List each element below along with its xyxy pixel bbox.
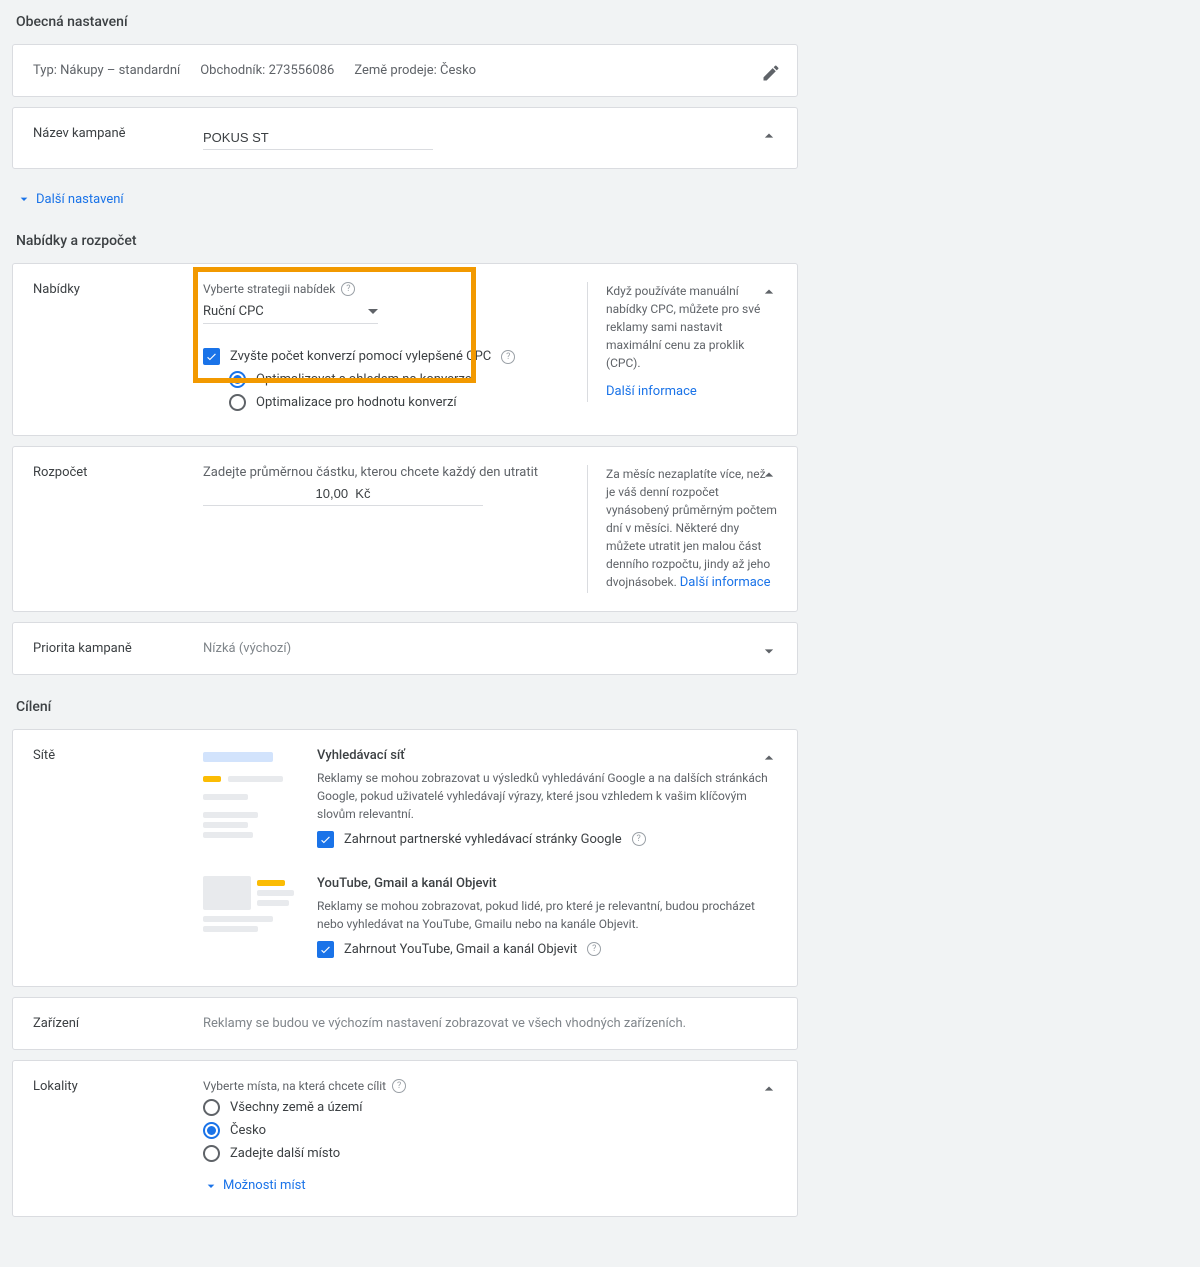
devices-value: Reklamy se budou ve výchozím nastavení z…: [203, 1016, 777, 1031]
help-icon[interactable]: ?: [587, 942, 601, 956]
yt-network-title: YouTube, Gmail a kanál Objevit: [317, 876, 777, 891]
checkbox-checked-icon[interactable]: [317, 941, 334, 958]
search-network-title: Vyhledávací síť: [317, 748, 777, 763]
include-search-partners-label: Zahrnout partnerské vyhledávací stránky …: [344, 832, 622, 847]
bids-help-panel: Když používáte manuální nabídky CPC, můž…: [587, 282, 777, 402]
section-title-bids-budget: Nabídky a rozpočet: [0, 219, 810, 263]
type-label: Typ:: [33, 63, 57, 78]
country-value: Česko: [440, 63, 476, 78]
location-cz-label: Česko: [230, 1123, 266, 1138]
budget-label: Rozpočet: [33, 465, 203, 480]
enhanced-cpc-checkbox-row[interactable]: Zvyšte počet konverzí pomocí vylepšené C…: [203, 348, 577, 365]
radio-unchecked-icon[interactable]: [229, 394, 246, 411]
location-other-label: Zadejte další místo: [230, 1146, 340, 1161]
checkbox-checked-icon[interactable]: [317, 831, 334, 848]
edit-icon[interactable]: [761, 63, 779, 81]
locations-label: Lokality: [33, 1079, 203, 1094]
priority-label: Priorita kampaně: [33, 641, 203, 656]
include-yt-checkbox[interactable]: Zahrnout YouTube, Gmail a kanál Objevit …: [317, 941, 777, 958]
location-all-radio[interactable]: Všechny země a území: [203, 1099, 777, 1116]
radio-checked-icon[interactable]: [203, 1122, 220, 1139]
chevron-up-icon[interactable]: [759, 282, 779, 306]
summary-card: Typ: Nákupy – standardní Obchodník: 2735…: [12, 44, 798, 97]
networks-label: Sítě: [33, 748, 203, 763]
devices-card[interactable]: Zařízení Reklamy se budou ve výchozím na…: [12, 997, 798, 1050]
radio-unchecked-icon[interactable]: [203, 1099, 220, 1116]
opt-value-label: Optimalizace pro hodnotu konverzí: [256, 395, 457, 410]
help-icon[interactable]: ?: [341, 282, 355, 296]
campaign-name-input[interactable]: [203, 126, 433, 150]
section-title-general: Obecná nastavení: [0, 0, 810, 44]
chevron-up-icon[interactable]: [759, 1079, 779, 1103]
merchant-value: 273556086: [269, 63, 335, 78]
more-settings-link[interactable]: Další nastavení: [0, 179, 124, 219]
enhanced-cpc-label: Zvyšte počet konverzí pomocí vylepšené C…: [230, 349, 491, 364]
location-all-label: Všechny země a území: [230, 1100, 362, 1115]
bids-help-text: Když používáte manuální nabídky CPC, můž…: [606, 282, 777, 372]
country-label: Země prodeje:: [354, 63, 436, 78]
strategy-field-label: Vyberte strategii nabídek ?: [203, 282, 577, 296]
locations-prompt: Vyberte místa, na která chcete cílit ?: [203, 1079, 777, 1093]
checkbox-checked-icon[interactable]: [203, 348, 220, 365]
budget-prompt: Zadejte průměrnou částku, kterou chcete …: [203, 465, 577, 480]
budget-help-panel: Za měsíc nezaplatíte více, než je váš de…: [587, 465, 777, 593]
section-title-targeting: Cílení: [0, 685, 810, 729]
radio-checked-icon[interactable]: [229, 371, 246, 388]
bids-help-link[interactable]: Další informace: [606, 384, 697, 399]
radio-unchecked-icon[interactable]: [203, 1145, 220, 1162]
help-icon[interactable]: ?: [392, 1079, 406, 1093]
opt-conversions-label: Optimalizovat s ohledem na konverze: [256, 372, 472, 387]
chevron-down-icon[interactable]: [759, 641, 779, 665]
bid-strategy-select[interactable]: Ruční CPC: [203, 300, 378, 324]
campaign-name-label: Název kampaně: [33, 126, 203, 141]
merchant-label: Obchodník:: [200, 63, 265, 78]
include-yt-label: Zahrnout YouTube, Gmail a kanál Objevit: [344, 942, 577, 957]
summary-info: Typ: Nákupy – standardní Obchodník: 2735…: [33, 63, 476, 78]
optimize-value-radio[interactable]: Optimalizace pro hodnotu konverzí: [229, 394, 577, 411]
search-network-desc: Reklamy se mohou zobrazovat u výsledků v…: [317, 769, 777, 823]
budget-input[interactable]: [203, 480, 483, 506]
budget-help-link[interactable]: Další informace: [680, 575, 771, 590]
search-network-thumb: [203, 748, 303, 854]
chevron-up-icon[interactable]: [759, 126, 779, 150]
bids-card: Nabídky Vyberte strategii nabídek ? Ručn…: [12, 263, 798, 436]
help-icon[interactable]: ?: [632, 832, 646, 846]
budget-card: Rozpočet Zadejte průměrnou částku, ktero…: [12, 446, 798, 612]
chevron-up-icon[interactable]: [759, 748, 779, 772]
locations-card: Lokality Vyberte místa, na která chcete …: [12, 1060, 798, 1217]
priority-card[interactable]: Priorita kampaně Nízká (výchozí): [12, 622, 798, 675]
chevron-up-icon[interactable]: [759, 465, 779, 489]
optimize-conversions-radio[interactable]: Optimalizovat s ohledem na konverze: [229, 371, 577, 388]
location-other-radio[interactable]: Zadejte další místo: [203, 1145, 777, 1162]
include-search-partners-checkbox[interactable]: Zahrnout partnerské vyhledávací stránky …: [317, 831, 777, 848]
networks-card: Sítě Vyhledávací síť: [12, 729, 798, 987]
devices-label: Zařízení: [33, 1016, 203, 1031]
bids-label: Nabídky: [33, 282, 203, 297]
help-icon[interactable]: ?: [501, 350, 515, 364]
yt-network-desc: Reklamy se mohou zobrazovat, pokud lidé,…: [317, 897, 777, 933]
type-value: Nákupy – standardní: [60, 63, 180, 78]
location-options-link[interactable]: Možnosti míst: [203, 1178, 306, 1194]
yt-network-thumb: [203, 876, 303, 964]
campaign-name-card: Název kampaně: [12, 107, 798, 169]
budget-help-text: Za měsíc nezaplatíte více, než je váš de…: [606, 467, 777, 589]
location-cz-radio[interactable]: Česko: [203, 1122, 777, 1139]
priority-value: Nízká (výchozí): [203, 641, 777, 656]
